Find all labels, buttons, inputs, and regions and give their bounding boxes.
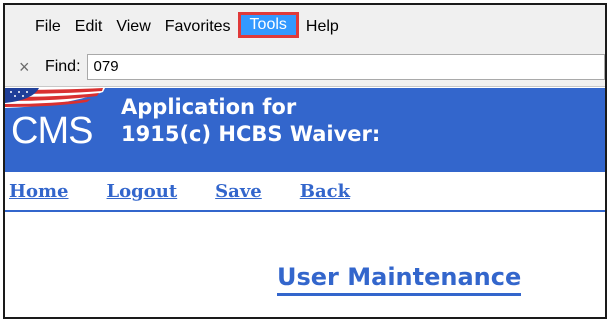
cms-logo: CMS <box>11 110 93 152</box>
menu-file[interactable]: File <box>35 15 68 39</box>
menu-tools[interactable]: Tools <box>237 12 299 38</box>
app-title-line1: Application for <box>121 95 297 119</box>
nav-home-link[interactable]: Home <box>9 181 69 202</box>
menu-bar: File Edit View Favorites Tools Help <box>5 5 605 47</box>
cms-header: CMS Application for 1915(c) HCBS Waiver: <box>5 88 605 172</box>
find-label: Find: <box>44 57 81 75</box>
menu-view[interactable]: View <box>109 15 157 39</box>
nav-logout-link[interactable]: Logout <box>107 181 178 202</box>
menu-help[interactable]: Help <box>299 15 346 39</box>
close-icon[interactable]: × <box>19 58 37 76</box>
nav-save-link[interactable]: Save <box>215 181 262 202</box>
menu-favorites[interactable]: Favorites <box>158 15 238 39</box>
page-title: User Maintenance <box>277 263 522 296</box>
nav-bar: Home Logout Save Back <box>5 172 605 212</box>
app-title-line2: 1915(c) HCBS Waiver: <box>121 122 381 146</box>
find-input[interactable] <box>86 53 605 80</box>
menu-edit[interactable]: Edit <box>68 15 110 39</box>
find-bar: × Find: <box>5 47 605 87</box>
nav-back-link[interactable]: Back <box>300 181 350 202</box>
browser-window: File Edit View Favorites Tools Help × Fi… <box>3 3 607 319</box>
app-title: Application for 1915(c) HCBS Waiver: <box>121 94 380 148</box>
